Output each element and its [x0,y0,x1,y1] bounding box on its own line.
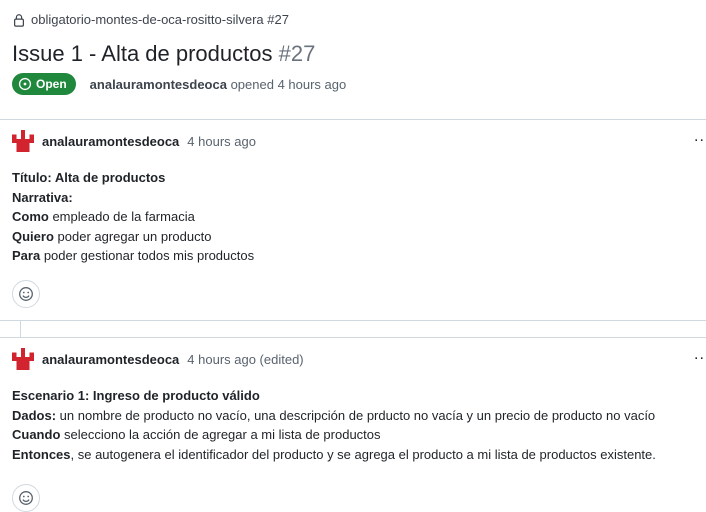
comment-menu-icon[interactable]: ... [694,128,706,146]
body-line: Narrativa: [12,189,73,205]
issue-opened-text: opened 4 hours ago [230,76,347,92]
repo-breadcrumb[interactable]: obligatorio-montes-de-oca-rositto-silver… [12,12,289,27]
body-line: Para poder gestionar todos mis productos [12,248,255,264]
comment-header: analauramontesdeoca 4 hours ago [12,130,256,152]
issue-meta: Open analauramontesdeoca opened 4 hours … [12,73,346,95]
timeline-line [20,320,21,337]
comment-author-link[interactable]: analauramontesdeoca [42,134,179,149]
comment-menu-icon[interactable]: ... [694,346,706,364]
comment-body: Título: Alta de productos Narrativa: Com… [12,168,254,266]
comment-header: analauramontesdeoca 4 hours ago (edited) [12,348,304,370]
comment-card: analauramontesdeoca 4 hours ago (edited)… [0,337,706,512]
issue-author-link[interactable]: analauramontesdeoca [90,77,227,92]
repo-name[interactable]: obligatorio-montes-de-oca-rositto-silver… [31,12,289,27]
identicon-avatar[interactable] [12,130,34,152]
issue-open-icon [18,77,32,91]
body-line: Como empleado de la farmacia [12,209,195,225]
comment-card: analauramontesdeoca 4 hours ago ... Títu… [0,119,706,321]
lock-icon [14,13,24,27]
smiley-icon [19,491,33,505]
comment-timestamp[interactable]: 4 hours ago [187,134,256,149]
identicon-avatar[interactable] [12,348,34,370]
body-line: Título: Alta de productos [12,170,166,185]
issue-number: #27 [278,41,316,66]
issue-title: Issue 1 - Alta de productos [12,41,273,66]
body-line: Escenario 1: Ingreso de producto válido [12,388,260,403]
add-reaction-button[interactable] [12,280,40,308]
body-line: Quiero poder agregar un producto [12,228,212,244]
comment-timestamp[interactable]: 4 hours ago (edited) [187,352,303,367]
add-reaction-button[interactable] [12,484,40,512]
body-line: Dados: un nombre de producto no vacío, u… [12,407,656,423]
body-line: Entonces, se autogenera el identificador… [12,446,656,462]
comment-author-link[interactable]: analauramontesdeoca [42,352,179,367]
status-label: Open [36,77,67,91]
status-badge: Open [12,73,76,95]
body-line: Cuando selecciono la acción de agregar a… [12,427,381,443]
issue-title-row: Issue 1 - Alta de productos #27 [12,39,315,69]
smiley-icon [19,287,33,301]
comment-body: Escenario 1: Ingreso de producto válido … [12,386,656,464]
